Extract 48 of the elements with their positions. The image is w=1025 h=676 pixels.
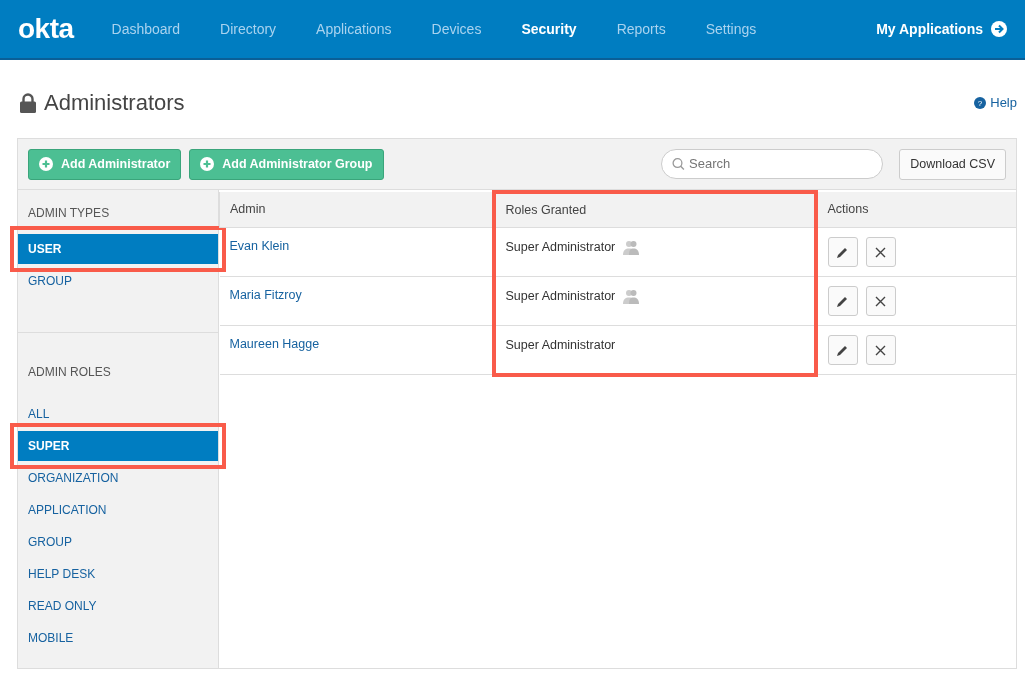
close-icon [875,246,886,258]
sidebar-heading: ADMIN ROLES [27,364,112,382]
role-text: Super Administrator [505,239,616,257]
logo[interactable]: okta [18,8,74,50]
arrow-circle-icon [991,21,1007,37]
sidebar-item[interactable]: APPLICATION [18,495,218,526]
edit-button[interactable] [827,237,858,268]
download-csv-button[interactable]: Download CSV [899,149,1006,180]
my-applications-link[interactable]: My Applications [876,18,1007,40]
sidebar-heading: ADMIN TYPES [27,205,111,223]
nav-link[interactable]: Directory [220,18,277,40]
column-header: Actions [815,192,1016,228]
sidebar-item[interactable]: READ ONLY [18,591,218,622]
pencil-icon [836,245,849,259]
close-icon [875,295,886,307]
role-text: Super Administrator [505,288,616,306]
search-field[interactable]: Search [661,149,884,180]
help-link[interactable]: ? Help [974,93,1017,113]
admin-name-link[interactable]: Maria Fitzroy [229,288,302,303]
close-icon [875,344,886,356]
delete-button[interactable] [865,286,896,317]
help-icon: ? [974,97,987,110]
plus-circle-icon [200,157,215,172]
nav-link[interactable]: Devices [431,18,482,40]
sidebar-item[interactable]: GROUP [18,527,218,558]
edit-button[interactable] [827,335,858,366]
nav-link[interactable]: Security [521,18,577,40]
delete-button[interactable] [865,237,896,268]
admin-name-link[interactable]: Evan Klein [229,239,290,254]
pencil-icon [836,294,849,308]
admin-name-link[interactable]: Maureen Hagge [229,337,320,352]
role-text: Super Administrator [505,337,616,355]
column-header: Admin [219,192,494,228]
nav-link[interactable]: Applications [316,18,392,40]
lock-icon [20,93,36,114]
column-header: Roles Granted [493,192,816,228]
edit-button[interactable] [827,286,858,317]
page-title: Administrators [44,90,185,117]
pencil-icon [836,343,849,357]
sidebar-item[interactable]: ALL [18,399,218,430]
sidebar-item[interactable]: ORGANIZATION [18,463,218,494]
search-icon [672,157,686,172]
delete-button[interactable] [865,335,896,366]
nav-link[interactable]: Dashboard [111,18,181,40]
sidebar-item[interactable]: MOBILE [18,623,218,654]
sidebar-item[interactable]: GROUP [18,266,218,297]
sidebar-item[interactable]: HELP DESK [18,559,218,590]
plus-circle-icon [39,157,53,172]
